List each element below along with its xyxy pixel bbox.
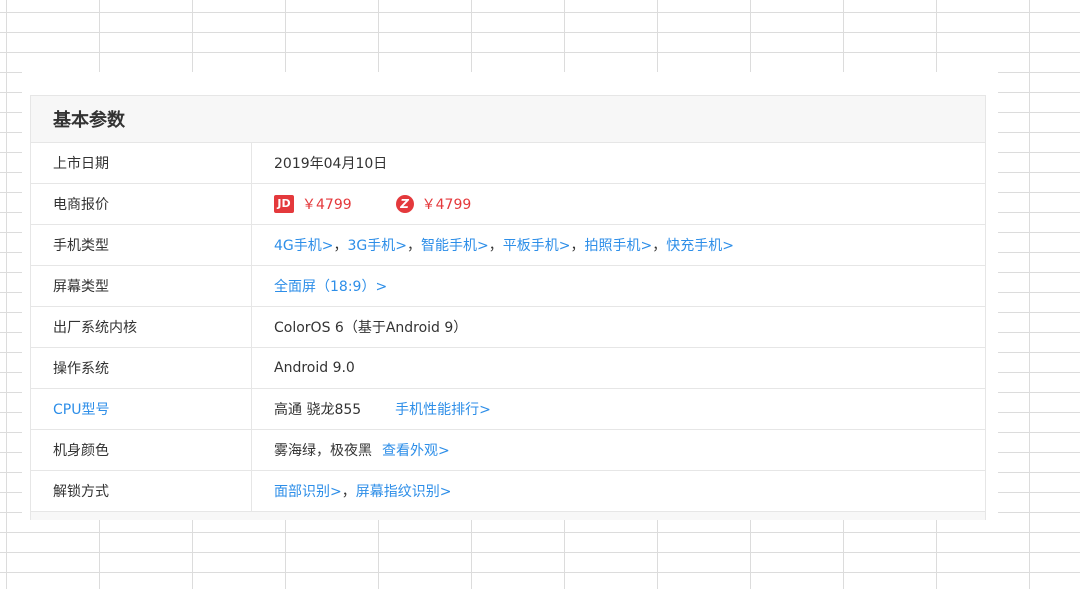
link-3g-phone[interactable]: 3G手机>: [348, 235, 408, 255]
row-label: 解锁方式: [31, 471, 252, 511]
link-full-screen[interactable]: 全面屏（18:9）>: [274, 276, 387, 296]
jd-price[interactable]: ￥4799: [302, 194, 352, 214]
row-value: 2019年04月10日: [274, 156, 388, 172]
panel-header: 基本参数: [31, 96, 985, 143]
row-color: 机身颜色 雾海绿，极夜黑 查看外观>: [31, 430, 985, 471]
link-camera-phone[interactable]: 拍照手机>: [584, 235, 652, 255]
row-label: 出厂系统内核: [31, 307, 252, 347]
jd-logo-icon[interactable]: JD: [274, 195, 294, 213]
separator: ，: [652, 238, 667, 254]
cpu-value: 高通 骁龙855: [274, 402, 362, 418]
row-label: 屏幕类型: [31, 266, 252, 306]
panel-title: 基本参数: [53, 110, 125, 131]
link-phablet[interactable]: 平板手机>: [503, 235, 571, 255]
basic-params-panel: 基本参数 上市日期 2019年04月10日 电商报价 JD ￥4799 Z ￥4…: [30, 95, 986, 520]
separator: ，: [570, 238, 585, 254]
cpu-label-link[interactable]: CPU型号: [31, 389, 252, 429]
row-release-date: 上市日期 2019年04月10日: [31, 143, 985, 184]
row-price: 电商报价 JD ￥4799 Z ￥4799: [31, 184, 985, 225]
row-value: JD ￥4799 Z ￥4799: [252, 184, 985, 224]
row-value: 高通 骁龙855 手机性能排行>: [252, 389, 985, 429]
row-label: 操作系统: [31, 348, 252, 388]
link-4g-phone[interactable]: 4G手机>: [274, 235, 334, 255]
row-phone-type: 手机类型 4G手机>， 3G手机>，智能手机>，平板手机>，拍照手机>，快充手机>: [31, 225, 985, 266]
row-kernel: 出厂系统内核 ColorOS 6（基于Android 9）: [31, 307, 985, 348]
row-value: 全面屏（18:9）>: [252, 266, 985, 306]
row-label: 机身颜色: [31, 430, 252, 470]
link-performance-ranking[interactable]: 手机性能排行>: [395, 399, 491, 419]
link-smartphone[interactable]: 智能手机>: [421, 235, 489, 255]
row-value: Android 9.0: [274, 360, 355, 376]
row-label: 上市日期: [31, 143, 252, 183]
separator: ，: [341, 484, 356, 500]
zol-price[interactable]: ￥4799: [422, 194, 472, 214]
separator: ，: [407, 238, 421, 254]
separator: ，: [333, 238, 348, 254]
row-label: 电商报价: [31, 184, 252, 224]
row-value: 雾海绿，极夜黑 查看外观>: [252, 430, 985, 470]
separator: ，: [488, 238, 503, 254]
panel-footer-strip: [31, 512, 985, 520]
zol-logo-icon[interactable]: Z: [395, 195, 414, 213]
link-face-recognition[interactable]: 面部识别>: [274, 481, 342, 501]
color-value: 雾海绿，极夜黑: [274, 443, 372, 459]
row-cpu: CPU型号 高通 骁龙855 手机性能排行>: [31, 389, 985, 430]
row-unlock: 解锁方式 面部识别>，屏幕指纹识别>: [31, 471, 985, 512]
link-screen-fingerprint[interactable]: 屏幕指纹识别>: [356, 481, 452, 501]
row-os: 操作系统 Android 9.0: [31, 348, 985, 389]
row-value: 4G手机>， 3G手机>，智能手机>，平板手机>，拍照手机>，快充手机>: [252, 225, 985, 265]
row-screen-type: 屏幕类型 全面屏（18:9）>: [31, 266, 985, 307]
link-view-appearance[interactable]: 查看外观>: [382, 440, 450, 460]
row-label: 手机类型: [31, 225, 252, 265]
row-value: 面部识别>，屏幕指纹识别>: [252, 471, 985, 511]
link-fast-charge-phone[interactable]: 快充手机>: [666, 235, 734, 255]
row-value: ColorOS 6（基于Android 9）: [274, 320, 468, 336]
